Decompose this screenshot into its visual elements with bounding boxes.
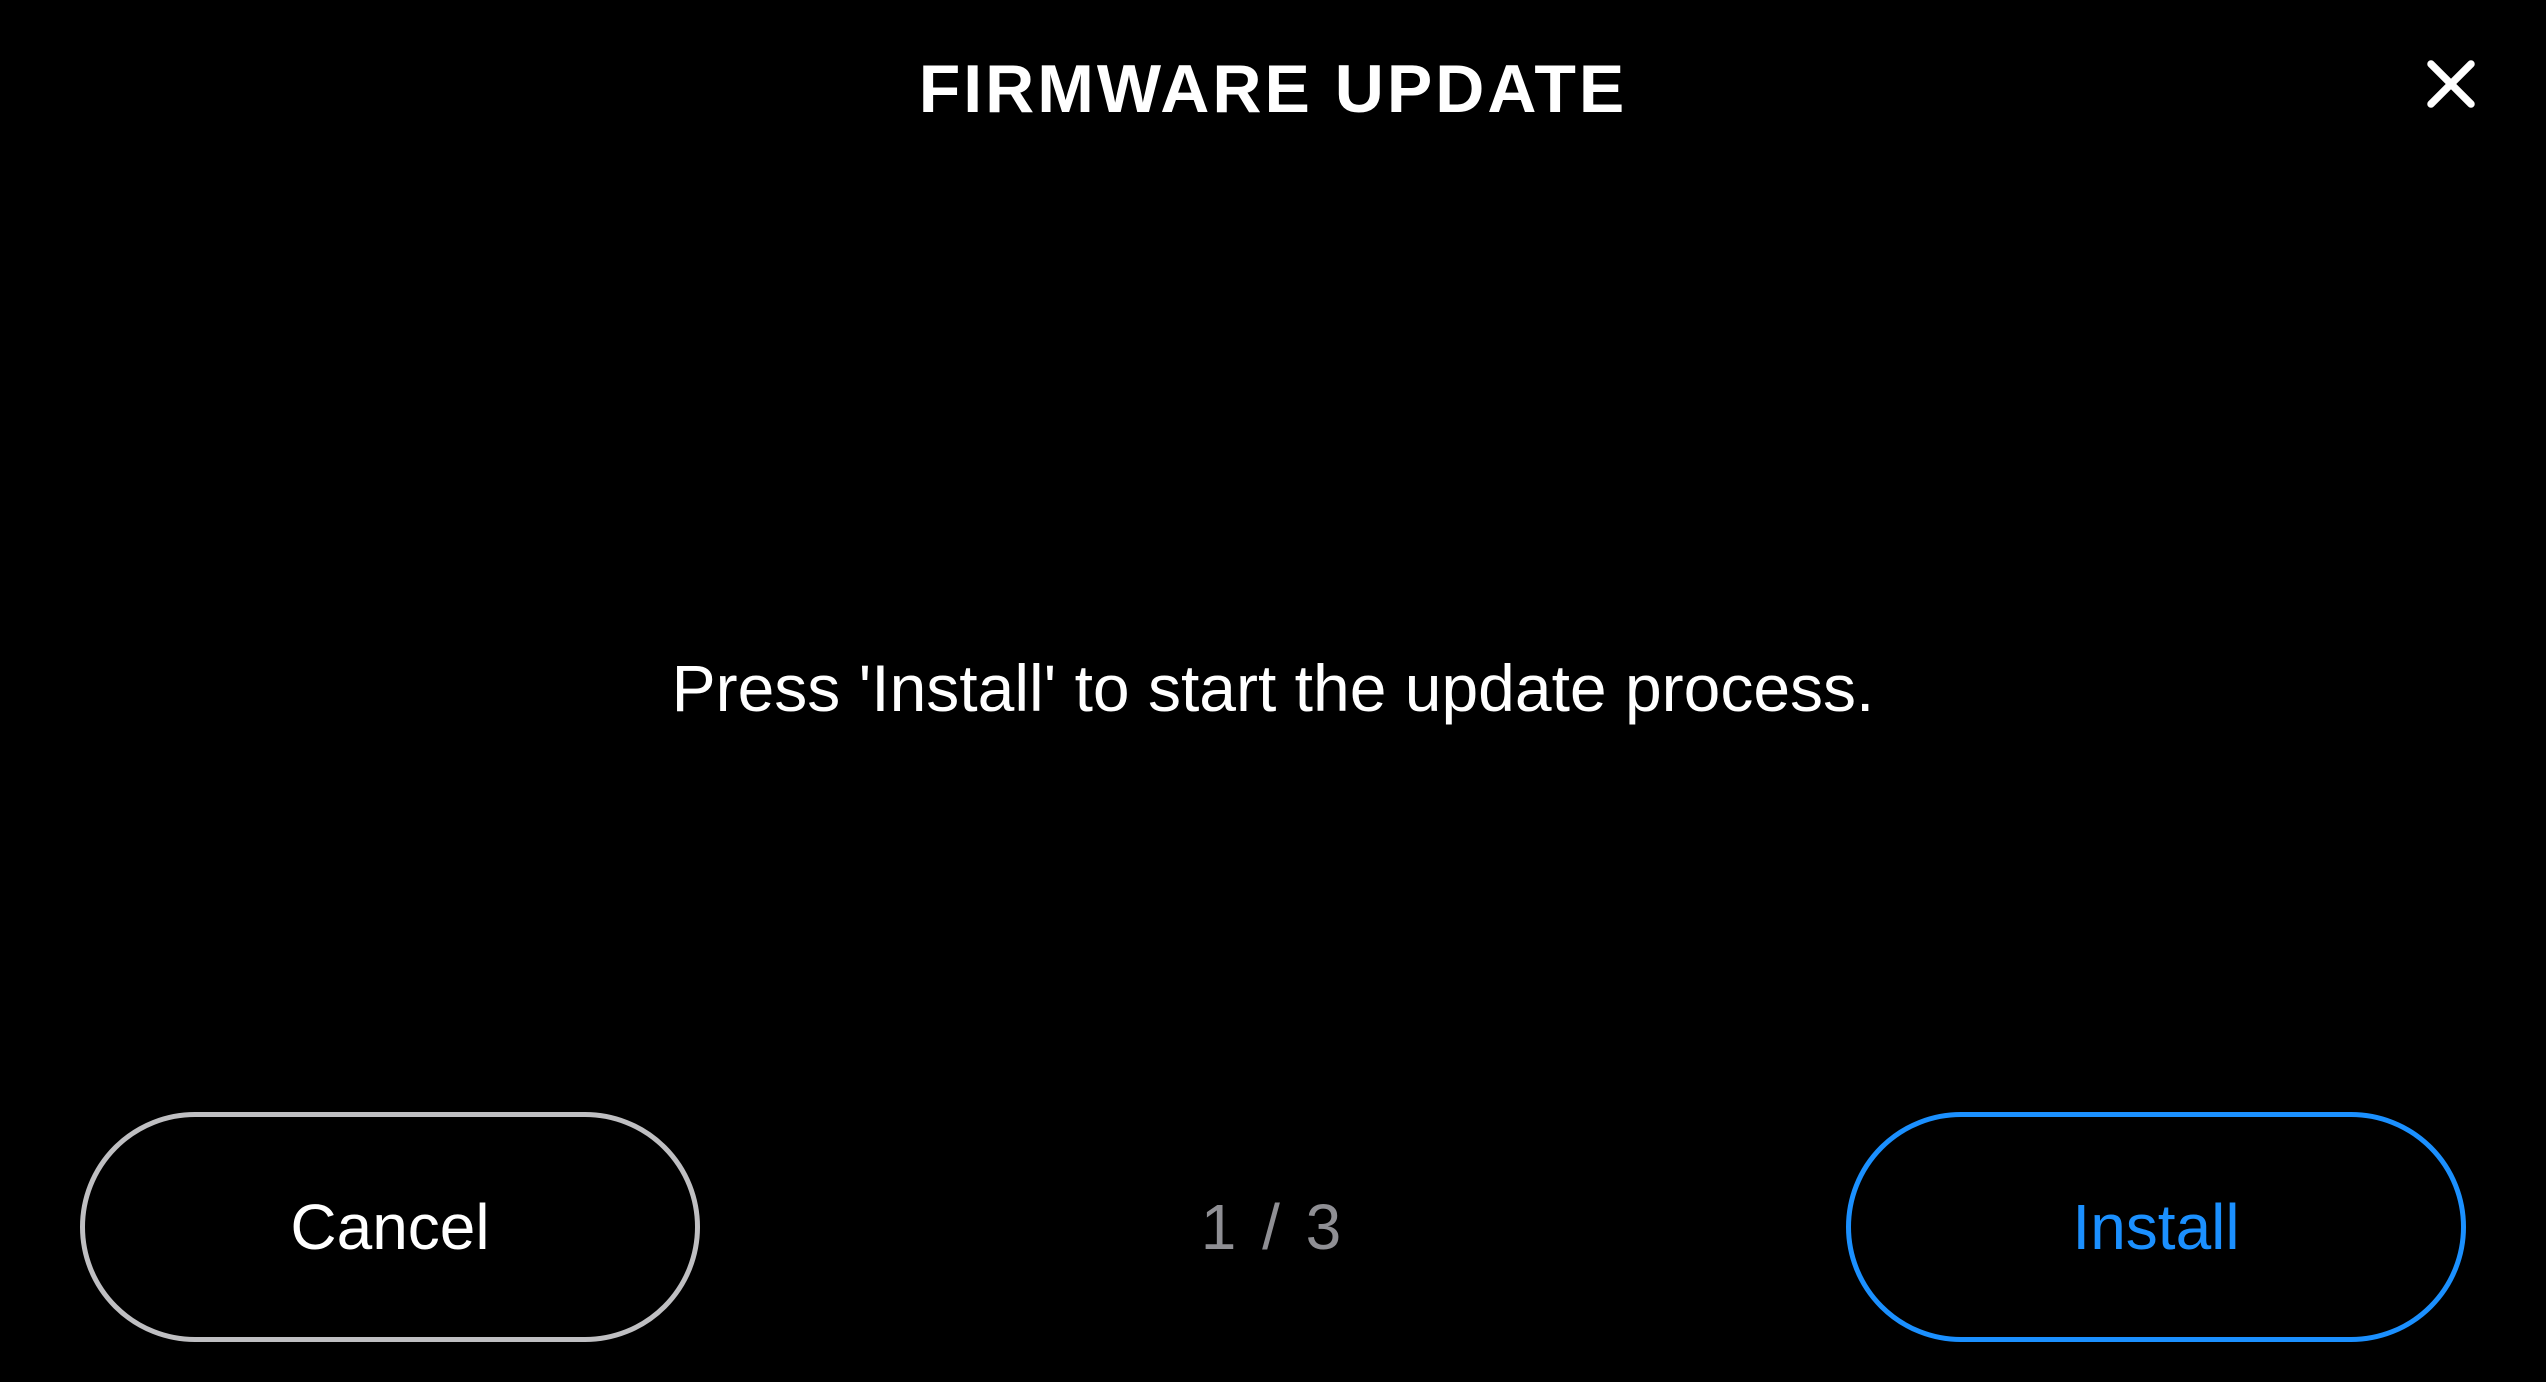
close-button[interactable] <box>2416 50 2486 120</box>
close-icon <box>2421 54 2481 117</box>
install-button[interactable]: Install <box>1846 1112 2466 1342</box>
step-indicator: 1 / 3 <box>1201 1190 1346 1264</box>
cancel-button[interactable]: Cancel <box>80 1112 700 1342</box>
dialog-footer: Cancel 1 / 3 Install <box>0 1112 2546 1342</box>
dialog-message: Press 'Install' to start the update proc… <box>0 650 2546 726</box>
dialog-title: FIRMWARE UPDATE <box>919 50 1628 128</box>
cancel-button-label: Cancel <box>290 1190 489 1264</box>
dialog-header: FIRMWARE UPDATE <box>0 0 2546 128</box>
install-button-label: Install <box>2072 1190 2239 1264</box>
